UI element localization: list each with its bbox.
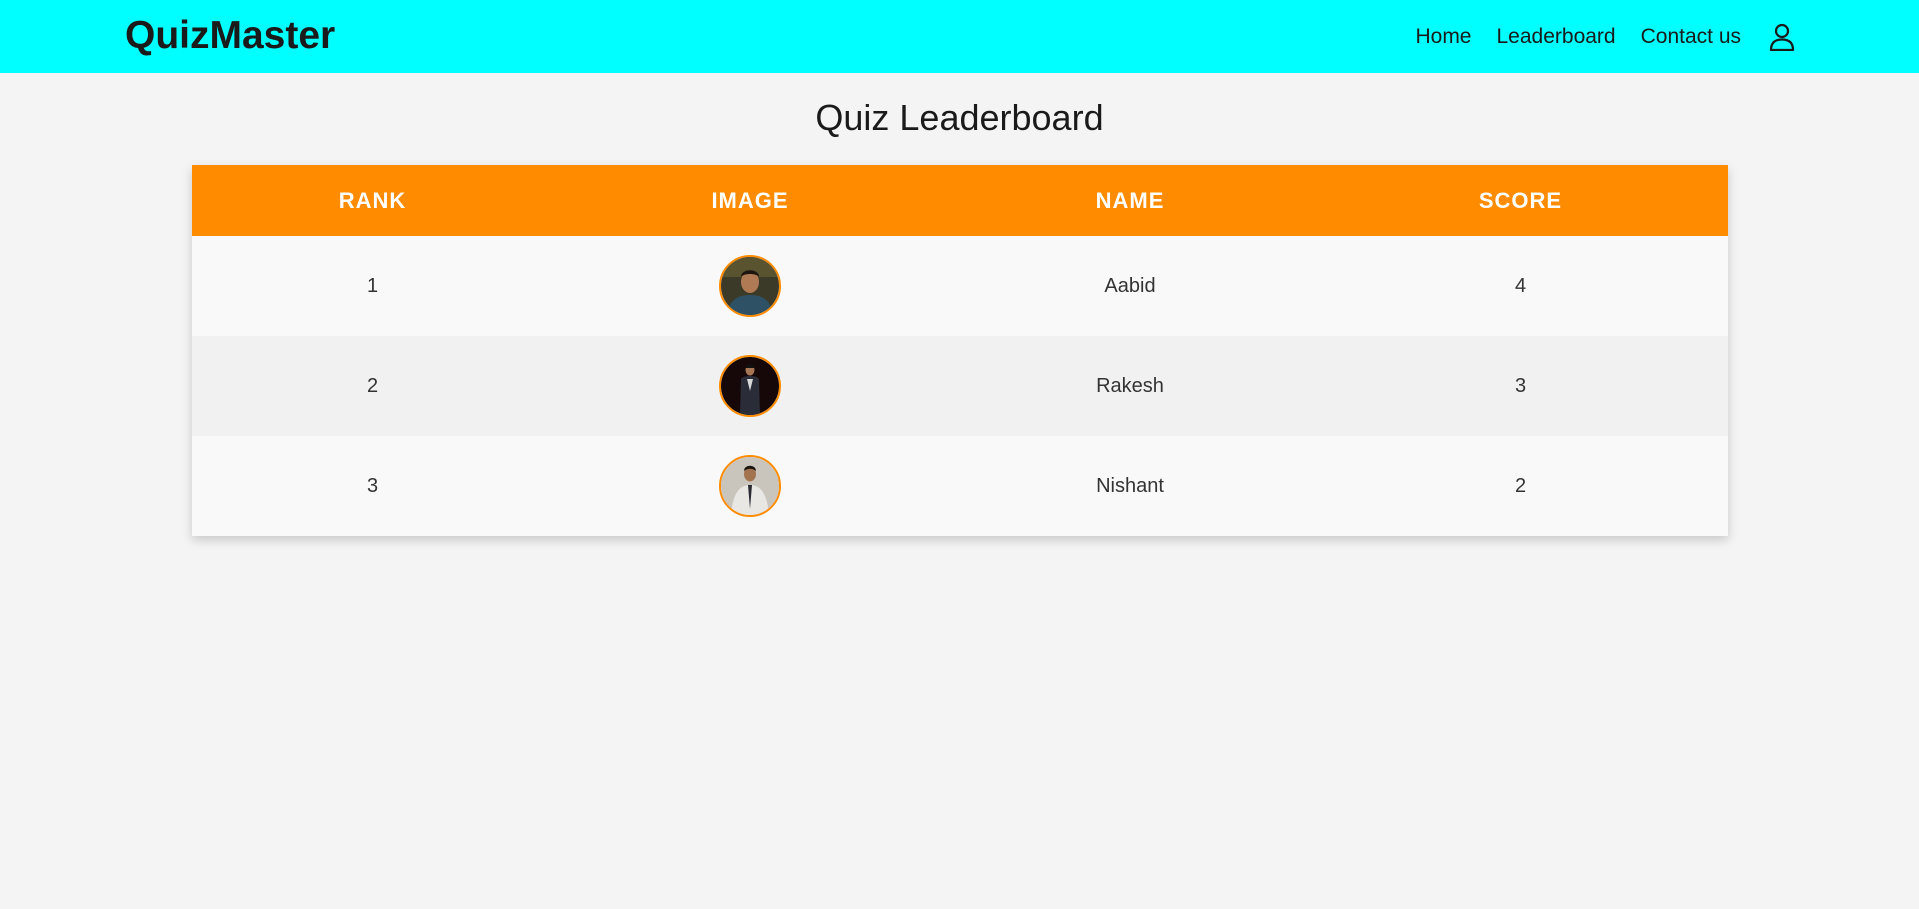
score-cell: 4 (1514, 274, 1527, 297)
nav-home-link[interactable]: Home (1415, 25, 1471, 49)
user-icon[interactable] (1767, 22, 1797, 52)
table-row: 1 Aabid 4 (192, 236, 1728, 336)
rank-cell: 1 (366, 274, 379, 297)
brand-logo[interactable]: QuizMaster (125, 14, 335, 58)
header-score: SCORE (1478, 187, 1563, 213)
name-cell: Aabid (1104, 274, 1156, 297)
image-cell (553, 436, 947, 536)
image-cell (553, 336, 947, 436)
leaderboard-table: RANK IMAGE NAME SCORE 1 Aabid 4 2 Rakesh… (192, 165, 1728, 536)
navbar: QuizMaster Home Leaderboard Contact us (0, 0, 1919, 73)
header-name: NAME (1095, 187, 1165, 213)
page-title: Quiz Leaderboard (815, 97, 1104, 138)
image-cell (553, 236, 947, 336)
rank-cell: 3 (366, 474, 379, 497)
nav-contact-link[interactable]: Contact us (1641, 25, 1741, 49)
rank-cell: 2 (366, 374, 379, 397)
header-rank: RANK (338, 187, 407, 213)
nav-leaderboard-link[interactable]: Leaderboard (1497, 25, 1616, 49)
avatar (719, 255, 781, 317)
score-cell: 2 (1514, 474, 1527, 497)
avatar (719, 355, 781, 417)
header-image: IMAGE (711, 187, 789, 213)
table-header-row: RANK IMAGE NAME SCORE (192, 165, 1728, 236)
name-cell: Rakesh (1096, 374, 1164, 397)
nav-links: Home Leaderboard Contact us (1415, 0, 1919, 73)
name-cell: Nishant (1096, 474, 1164, 497)
score-cell: 3 (1514, 374, 1527, 397)
table-row: 3 Nishant 2 (192, 436, 1728, 536)
avatar (719, 455, 781, 517)
table-row: 2 Rakesh 3 (192, 336, 1728, 436)
